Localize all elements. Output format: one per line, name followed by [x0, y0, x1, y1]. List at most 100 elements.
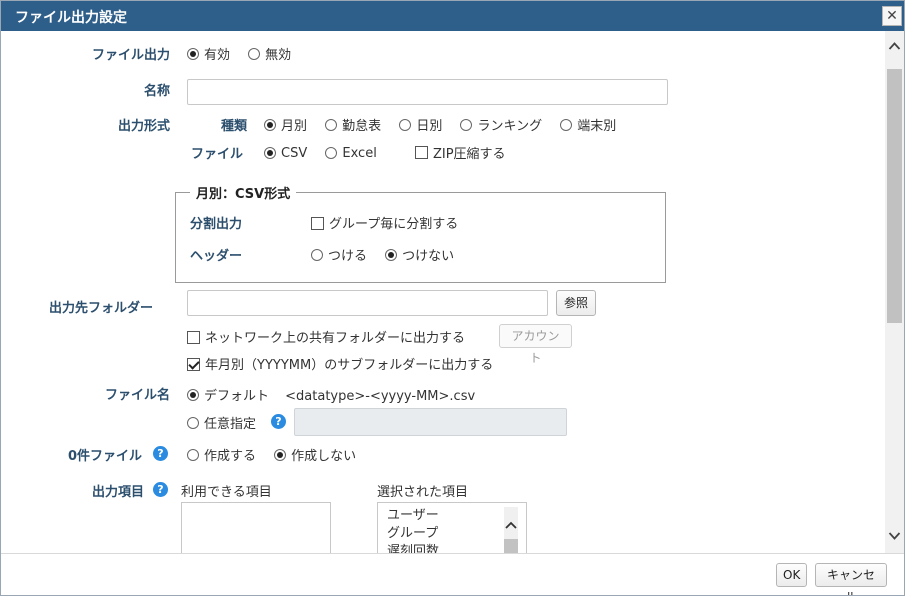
radio-label: 無効: [265, 48, 292, 63]
radio-label: 端末別: [577, 119, 617, 134]
zero-file-create-radio[interactable]: 作成する: [187, 445, 256, 464]
content-scrollbar[interactable]: [885, 31, 904, 553]
header-on-radio[interactable]: つける: [311, 245, 367, 264]
checkbox-label: グループ毎に分割する: [329, 217, 459, 232]
file-type-label: ファイル: [190, 147, 243, 162]
available-items-label: 利用できる項目: [181, 485, 272, 500]
radio-selected-icon: [187, 47, 199, 60]
kind-ranking-radio[interactable]: ランキング: [460, 115, 542, 134]
checkbox-label: ネットワーク上の共有フォルダーに出力する: [205, 331, 466, 346]
zero-file-no-create-radio[interactable]: 作成しない: [274, 445, 356, 464]
header-off-radio[interactable]: つけない: [385, 245, 454, 264]
close-icon[interactable]: ✕: [882, 6, 902, 26]
kind-attendance-radio[interactable]: 勤怠表: [325, 115, 381, 134]
dialog-title: ファイル出力設定: [15, 10, 127, 26]
file-output-settings-dialog: ファイル出力設定 ✕ ファイル出力 有効 無効 名称 出力形式 種類 月別 勤怠…: [0, 0, 905, 596]
checkbox-icon: [311, 217, 324, 230]
cancel-button[interactable]: キャンセル: [815, 563, 887, 595]
chevron-down-icon[interactable]: [888, 531, 901, 541]
radio-icon: [460, 118, 473, 131]
radio-label: つけない: [402, 249, 455, 264]
output-items-help-icon[interactable]: ?: [153, 482, 168, 497]
radio-label: ランキング: [477, 119, 543, 134]
file-type-excel-radio[interactable]: Excel: [325, 146, 377, 161]
name-label: 名称: [143, 84, 170, 99]
checkbox-icon: [187, 331, 200, 344]
output-format-label: 出力形式: [117, 119, 170, 134]
dialog-content: ファイル出力 有効 無効 名称 出力形式 種類 月別 勤怠表 日別 ランキング …: [1, 31, 885, 553]
zip-compress-checkbox[interactable]: ZIP圧縮する: [414, 143, 506, 162]
chevron-up-icon: [505, 521, 517, 529]
kind-options: 月別 勤怠表 日別 ランキング 端末別: [264, 115, 630, 135]
file-type-csv-radio[interactable]: CSV: [264, 146, 307, 161]
custom-file-name-input[interactable]: [294, 408, 567, 436]
list-scroll-thumb[interactable]: [504, 539, 518, 553]
radio-icon: [311, 248, 323, 261]
file-name-help-icon[interactable]: ?: [271, 414, 286, 429]
default-file-pattern: <datatype>-<yyyy-MM>.csv: [285, 389, 476, 404]
radio-label: 有効: [204, 48, 231, 63]
header-label: ヘッダー: [190, 249, 243, 264]
file-output-enabled-radio[interactable]: 有効: [187, 44, 230, 63]
selected-items-label: 選択された項目: [377, 485, 469, 500]
kind-terminal-radio[interactable]: 端末別: [560, 115, 616, 134]
radio-icon: [187, 448, 199, 461]
output-folder-input[interactable]: [187, 290, 548, 316]
kind-monthly-radio[interactable]: 月別: [264, 115, 307, 134]
ok-button[interactable]: OK: [776, 563, 807, 587]
radio-selected-icon: [264, 118, 276, 131]
selected-items-list[interactable]: ユーザー グループ 遅刻回数: [377, 502, 527, 553]
monthly-csv-group: 月別：CSV形式: [175, 183, 666, 283]
zero-file-help-icon[interactable]: ?: [153, 446, 168, 461]
radio-label: 作成しない: [291, 449, 357, 464]
file-output-label: ファイル出力: [91, 48, 170, 63]
browse-button[interactable]: 参照: [556, 290, 596, 316]
account-button[interactable]: アカウント: [499, 324, 572, 365]
split-by-group-checkbox[interactable]: グループ毎に分割する: [311, 213, 458, 232]
name-input[interactable]: [187, 79, 668, 105]
radio-label: 勤怠表: [342, 119, 382, 134]
dialog-titlebar: ファイル出力設定 ✕: [1, 1, 904, 31]
zero-file-options: 作成する 作成しない: [187, 445, 370, 465]
file-name-custom-radio[interactable]: 任意指定: [187, 413, 256, 432]
file-output-options: 有効 無効: [187, 44, 305, 64]
output-folder-label: 出力先フォルダー: [49, 301, 154, 316]
radio-label: デフォルト: [204, 389, 270, 404]
radio-selected-icon: [385, 248, 398, 261]
radio-label: 日別: [416, 119, 443, 134]
checkbox-label: ZIP圧縮する: [432, 147, 506, 162]
file-name-label: ファイル名: [104, 388, 170, 403]
radio-selected-icon: [274, 448, 287, 461]
kind-label: 種類: [220, 119, 247, 134]
split-output-label: 分割出力: [190, 217, 243, 232]
kind-daily-radio[interactable]: 日別: [399, 115, 442, 134]
dialog-footer: OK キャンセル: [1, 553, 904, 595]
file-type-options: CSV Excel ZIP圧縮する: [264, 143, 520, 163]
radio-icon: [187, 417, 199, 429]
chevron-up-icon[interactable]: [888, 41, 901, 51]
radio-selected-icon: [187, 389, 199, 401]
radio-icon: [399, 118, 412, 131]
radio-label: 作成する: [204, 449, 257, 464]
list-scrollbar[interactable]: [504, 507, 518, 553]
subfolder-checkbox[interactable]: 年月別（YYYYMM）のサブフォルダーに出力する: [187, 354, 493, 373]
network-folder-checkbox[interactable]: ネットワーク上の共有フォルダーに出力する: [187, 327, 465, 346]
scroll-thumb[interactable]: [887, 69, 902, 323]
radio-label: つける: [328, 249, 368, 264]
checkbox-icon: [414, 146, 428, 159]
radio-label: CSV: [281, 145, 308, 161]
radio-icon: [325, 118, 338, 131]
group-legend: 月別：CSV形式: [196, 187, 291, 202]
radio-icon: [560, 118, 573, 131]
header-options: つける つけない: [311, 245, 468, 265]
zero-file-label: 0件ファイル: [68, 449, 143, 464]
radio-icon: [325, 147, 338, 159]
checkbox-checked-icon: [187, 358, 200, 371]
checkbox-label: 年月別（YYYYMM）のサブフォルダーに出力する: [205, 358, 494, 373]
file-output-disabled-radio[interactable]: 無効: [248, 44, 291, 63]
available-items-list[interactable]: [181, 502, 331, 553]
radio-label: 任意指定: [204, 417, 257, 432]
radio-icon: [248, 47, 261, 60]
file-name-default-radio[interactable]: デフォルト <datatype>-<yyyy-MM>.csv: [187, 385, 475, 404]
radio-label: 月別: [281, 119, 308, 134]
